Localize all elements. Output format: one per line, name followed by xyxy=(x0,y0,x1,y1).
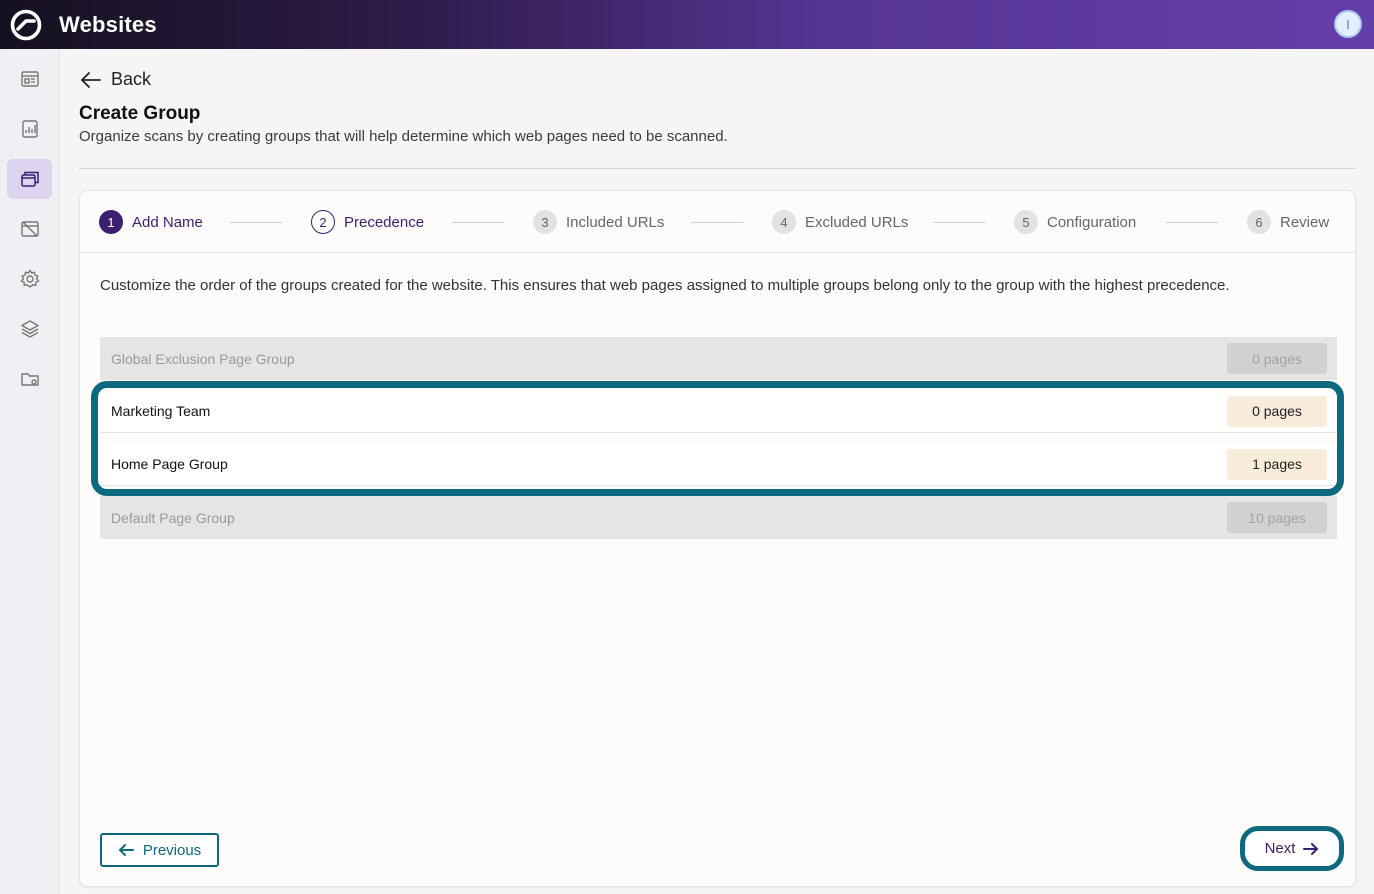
step-number: 5 xyxy=(1014,210,1038,234)
arrow-left-icon xyxy=(81,71,101,88)
page-subtitle: Organize scans by creating groups that w… xyxy=(79,128,728,145)
sidebar-item-folder-settings[interactable] xyxy=(7,359,52,399)
step-number: 4 xyxy=(772,210,796,234)
settings-gear-icon xyxy=(19,269,40,288)
app-title: Websites xyxy=(59,11,157,37)
sidebar-item-reports[interactable] xyxy=(7,109,52,149)
page-title: Create Group xyxy=(79,103,201,124)
back-label: Back xyxy=(111,69,152,89)
next-button[interactable]: Next xyxy=(1240,826,1344,871)
step-precedence[interactable]: 2 Precedence xyxy=(311,210,424,234)
sidebar-nav xyxy=(0,49,60,894)
step-number: 2 xyxy=(311,210,335,234)
group-name: Global Exclusion Page Group xyxy=(111,350,295,367)
pages-count-badge: 1 pages xyxy=(1227,448,1327,480)
wizard-stepper: 1 Add Name 2 Precedence 3 Included URLs … xyxy=(80,191,1355,253)
previous-label: Previous xyxy=(142,841,202,859)
group-row-default-page-group: Default Page Group 10 pages xyxy=(100,496,1337,539)
back-link[interactable]: Back xyxy=(80,69,151,90)
browser-off-icon xyxy=(20,221,39,237)
step-included-urls: 3 Included URLs xyxy=(533,210,664,234)
main-content: Back Create Group Organize scans by crea… xyxy=(60,49,1374,894)
step-connector xyxy=(452,222,504,223)
layers-icon xyxy=(20,320,39,338)
step-number: 3 xyxy=(533,210,557,234)
step-label: Excluded URLs xyxy=(805,213,909,231)
step-connector xyxy=(1166,222,1218,223)
step-label: Included URLs xyxy=(566,213,665,231)
wizard-card: 1 Add Name 2 Precedence 3 Included URLs … xyxy=(79,190,1356,887)
report-icon xyxy=(21,120,38,138)
step-excluded-urls: 4 Excluded URLs xyxy=(772,210,908,234)
pages-count-badge: 0 pages xyxy=(1227,395,1327,427)
arrow-right-icon xyxy=(1303,842,1319,855)
step-connector xyxy=(230,222,282,223)
page-groups-icon xyxy=(20,171,39,187)
group-row-global-exclusion: Global Exclusion Page Group 0 pages xyxy=(100,337,1337,380)
step-label: Review xyxy=(1280,213,1330,231)
step-connector xyxy=(691,222,743,223)
sidebar-item-exclusions[interactable] xyxy=(7,209,52,249)
app-logo-icon[interactable] xyxy=(8,7,44,43)
arrow-left-icon xyxy=(118,844,134,856)
step-add-name[interactable]: 1 Add Name xyxy=(99,210,203,234)
pages-count-badge: 0 pages xyxy=(1227,343,1327,374)
step-connector xyxy=(933,222,985,223)
group-name: Marketing Team xyxy=(111,403,211,419)
folder-settings-icon xyxy=(20,373,39,386)
pages-count-badge: 10 pages xyxy=(1227,502,1327,533)
step-configuration: 5 Configuration xyxy=(1014,210,1136,234)
sidebar-item-dashboard[interactable] xyxy=(7,59,52,99)
previous-button[interactable]: Previous xyxy=(100,833,219,867)
step-label: Precedence xyxy=(344,213,425,231)
top-bar: Websites I xyxy=(0,0,1374,49)
group-name: Default Page Group xyxy=(111,509,235,526)
step-label: Add Name xyxy=(132,213,203,231)
sidebar-item-settings[interactable] xyxy=(7,259,52,299)
next-label: Next xyxy=(1264,840,1296,857)
header-divider xyxy=(79,168,1356,169)
group-row-marketing-team[interactable]: Marketing Team 0 pages xyxy=(100,390,1337,433)
sidebar-item-page-groups[interactable] xyxy=(7,159,52,199)
user-avatar[interactable]: I xyxy=(1334,10,1362,38)
precedence-description: Customize the order of the groups create… xyxy=(100,277,1230,294)
step-number: 1 xyxy=(99,210,123,234)
step-number: 6 xyxy=(1247,210,1271,234)
sidebar-item-layers[interactable] xyxy=(7,309,52,349)
group-name: Home Page Group xyxy=(111,456,228,472)
group-row-home-page-group[interactable]: Home Page Group 1 pages xyxy=(100,443,1337,486)
step-review: 6 Review xyxy=(1247,210,1329,234)
step-label: Configuration xyxy=(1047,213,1137,231)
dashboard-icon xyxy=(20,71,39,87)
